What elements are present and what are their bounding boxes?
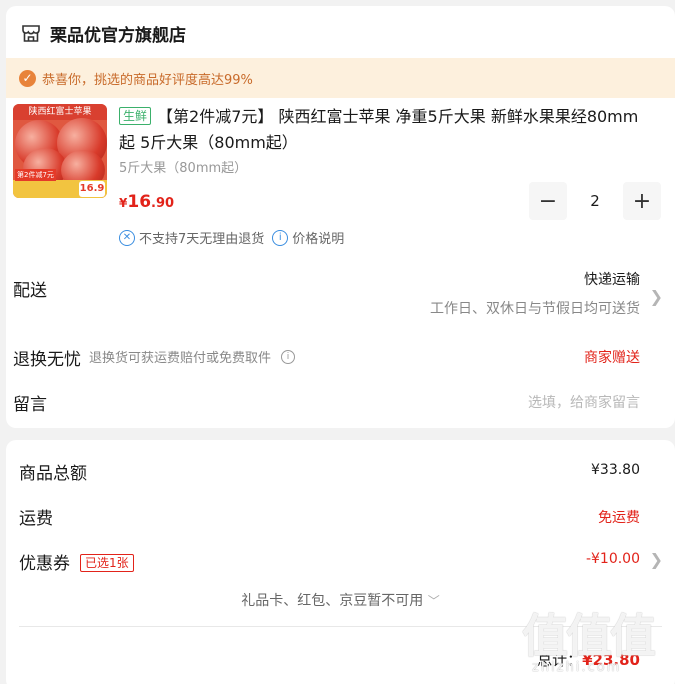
policy-row: ✕ 不支持7天无理由退货 i 价格说明: [119, 228, 344, 247]
thumbnail-promo-badge: 第2件减7元: [15, 169, 56, 181]
returns-desc-text: 退换货可获运费赔付或免费取件: [89, 351, 272, 366]
delivery-detail[interactable]: 工作日、双休日与节假日均可送货: [430, 298, 640, 318]
increase-button[interactable]: +: [623, 182, 661, 220]
shop-header[interactable]: 栗品优官方旗舰店: [20, 20, 186, 46]
no-return-icon: ✕: [119, 229, 135, 246]
thumb-up-icon: ✓: [19, 69, 36, 87]
chevron-right-icon[interactable]: ❯: [650, 550, 663, 569]
quantity-stepper: − 2 +: [529, 182, 663, 220]
goods-total-label: 商品总额: [19, 464, 87, 484]
message-label: 留言: [13, 395, 47, 415]
decrease-button[interactable]: −: [529, 182, 567, 220]
shipping-fee-label: 运费: [19, 509, 53, 529]
product-title[interactable]: 生鲜 【第2件减7元】 陕西红富士苹果 净重5斤大果 新鲜水果果经80mm起 5斤…: [119, 104, 639, 156]
watermark-logo: 值值值: [522, 609, 656, 663]
price-info-link[interactable]: 价格说明: [292, 228, 344, 247]
product-thumbnail[interactable]: 陕西红富士苹果 第2件减7元 16.9: [13, 104, 107, 198]
goods-total-value: ¥33.80: [591, 462, 640, 478]
returns-desc: 退换货可获运费赔付或免费取件 i: [89, 347, 296, 366]
no-return-text: 不支持7天无理由退货: [139, 232, 265, 247]
delivery-method[interactable]: 快递运输: [584, 269, 640, 289]
product-price: ¥16.90: [119, 192, 174, 212]
coupon-row[interactable]: 优惠券 已选1张: [19, 549, 134, 574]
returns-value: 商家赠送: [584, 350, 640, 366]
unavailable-notice-text: 礼品卡、红包、京豆暂不可用: [241, 593, 424, 609]
store-icon: [22, 25, 40, 42]
shipping-fee-value: 免运费: [598, 510, 640, 526]
site-watermark: 值值值 zhizhi.com: [522, 600, 675, 684]
coupon-badge: 已选1张: [80, 554, 134, 572]
info-icon[interactable]: i: [281, 349, 296, 364]
thumbnail-title: 陕西红富士苹果: [13, 104, 107, 120]
chevron-right-icon[interactable]: ❯: [650, 287, 663, 306]
coupon-label: 优惠券: [19, 554, 70, 574]
shop-name[interactable]: 栗品优官方旗舰店: [50, 21, 186, 46]
chevron-down-icon: ﹀: [427, 594, 440, 608]
message-input[interactable]: 选填，给商家留言: [528, 392, 640, 412]
price-integer: 16: [127, 192, 152, 212]
product-spec: 5斤大果（80mm起）: [119, 161, 248, 176]
returns-label: 退换无忧: [13, 350, 81, 370]
fresh-tag: 生鲜: [119, 107, 152, 125]
info-icon[interactable]: i: [272, 229, 289, 246]
banner-text: 恭喜你，挑选的商品好评度高达99%: [42, 72, 253, 88]
price-decimal: .90: [151, 196, 175, 211]
delivery-label: 配送: [13, 281, 47, 301]
thumbnail-price: 16.9: [79, 181, 105, 197]
praise-banner: ✓ 恭喜你，挑选的商品好评度高达99%: [6, 58, 675, 98]
product-title-text: 【第2件减7元】 陕西红富士苹果 净重5斤大果 新鲜水果果经80mm起 5斤大果…: [119, 107, 639, 152]
coupon-value[interactable]: -¥10.00: [586, 551, 640, 567]
quantity-value[interactable]: 2: [567, 182, 623, 220]
